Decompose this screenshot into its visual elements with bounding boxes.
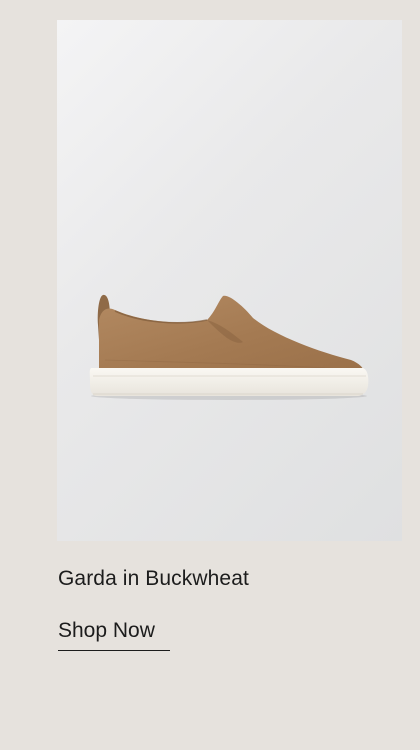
- product-image[interactable]: [57, 20, 402, 541]
- slip-on-sneaker-icon: [89, 294, 369, 400]
- shop-now-link[interactable]: Shop Now: [58, 617, 170, 651]
- product-title: Garda in Buckwheat: [58, 567, 249, 590]
- product-card[interactable]: Garda in Buckwheat Shop Now: [0, 0, 420, 750]
